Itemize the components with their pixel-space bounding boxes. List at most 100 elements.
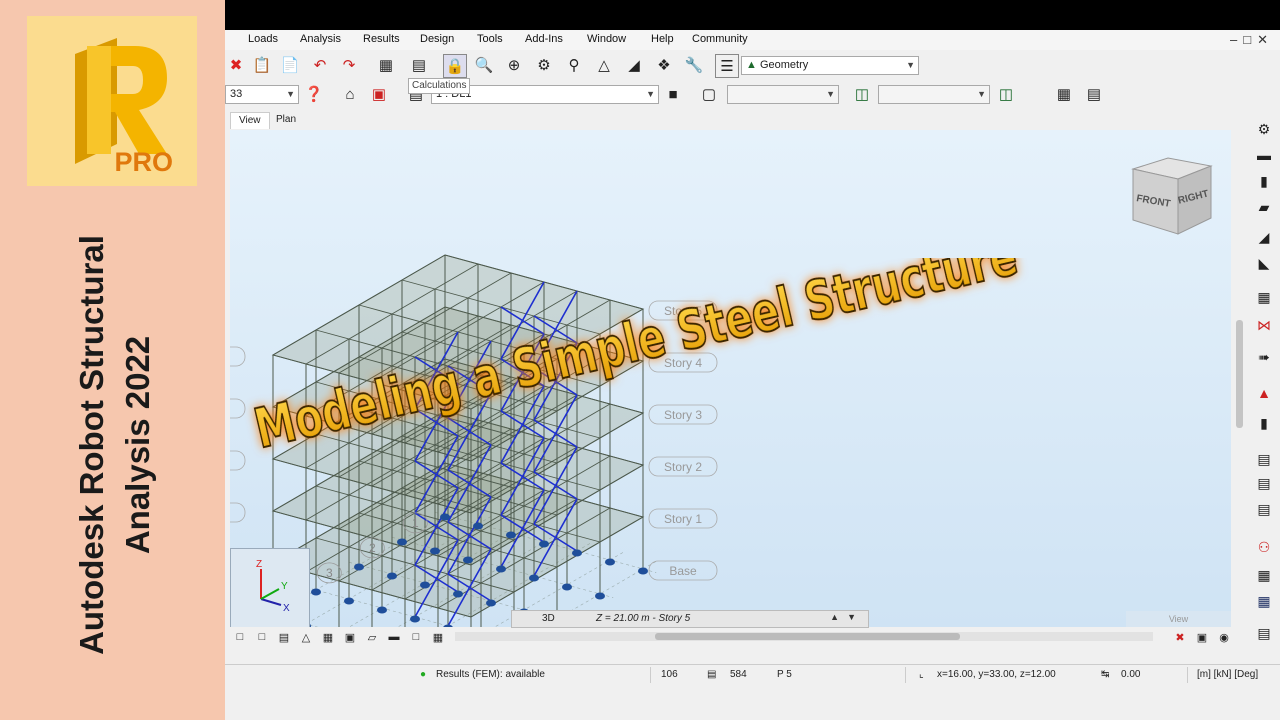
supports-display-icon[interactable]: △ bbox=[295, 626, 317, 648]
supports-icon[interactable]: ❖ bbox=[653, 54, 675, 76]
title-bar bbox=[225, 0, 1280, 30]
vertical-scrollbar[interactable] bbox=[1233, 130, 1247, 627]
offsets-icon[interactable]: ▣ bbox=[339, 626, 361, 648]
link-icon[interactable]: ⚇ bbox=[1252, 536, 1276, 558]
delete-icon[interactable]: ✖ bbox=[225, 54, 247, 76]
grid-axis-icon[interactable]: ▦ bbox=[1252, 564, 1276, 586]
beam-icon[interactable]: ▰ bbox=[1252, 196, 1276, 218]
wall-icon[interactable]: ◢ bbox=[1252, 226, 1276, 248]
load-definition-icon[interactable]: ■ bbox=[662, 83, 684, 105]
settings-icon[interactable]: ⚙ bbox=[1252, 118, 1276, 140]
menu-results[interactable]: Results bbox=[363, 33, 400, 45]
release-icon[interactable]: ➠ bbox=[1252, 346, 1276, 368]
offset-icon[interactable]: ▮ bbox=[1252, 412, 1276, 434]
menu-window[interactable]: Window bbox=[587, 33, 626, 45]
node-icon[interactable]: ⚲ bbox=[563, 54, 585, 76]
camera-icon[interactable]: ◉ bbox=[1213, 626, 1235, 648]
branding-panel: PRO Autodesk Robot Structural Analysis 2… bbox=[0, 0, 225, 720]
right-toolbar: ⚙ ▬ ▮ ▰ ◢ ◣ ▦ ⋈ ➠ ▲ ▮ ▤ ▤ ▤ ⚇ ▦ ▦ ▤ bbox=[1249, 110, 1280, 650]
support bbox=[311, 588, 321, 596]
course-title-line1: Autodesk Robot Structural bbox=[73, 235, 110, 655]
paste-icon[interactable]: 📄 bbox=[279, 54, 301, 76]
menu-loads[interactable]: Loads bbox=[248, 33, 278, 45]
measure-icon[interactable]: △ bbox=[593, 54, 615, 76]
spreadsheet-icon[interactable]: ▦ bbox=[1252, 590, 1276, 612]
cladding-icon[interactable]: ▬ bbox=[383, 626, 405, 648]
sections-icon[interactable]: ▤ bbox=[273, 626, 295, 648]
selection-combo[interactable]: 33 ▼ bbox=[225, 85, 299, 104]
support-icon[interactable]: ▲ bbox=[1252, 382, 1276, 404]
structure-model-icon[interactable]: ⚙ bbox=[533, 54, 555, 76]
cursor-icon: ⌞ bbox=[919, 669, 924, 680]
section-combo[interactable]: ▼ bbox=[878, 85, 990, 104]
layout-icon[interactable]: ☰ bbox=[715, 54, 739, 78]
wrench-icon[interactable]: 🔧 bbox=[683, 54, 705, 76]
report-icon[interactable]: ▤ bbox=[1083, 83, 1105, 105]
load-table-icon[interactable]: ▢ bbox=[698, 83, 720, 105]
model-viewport[interactable]: 123451234567Story 5Story 5Story 4Story 4… bbox=[230, 130, 1231, 627]
chevron-down-icon: ▼ bbox=[906, 60, 915, 70]
horizontal-scrollbar[interactable] bbox=[455, 632, 1153, 641]
undo-icon[interactable]: ↶ bbox=[309, 54, 331, 76]
menu-tools[interactable]: Tools bbox=[477, 33, 503, 45]
main-toolbar: ✖ 📋 📄 ↶ ↷ ▦ ▤ 🔒 🔍 ⊕ ⚙ ⚲ △ ◢ ❖ 🔧 ☰ ▲ Geom… bbox=[225, 50, 1280, 80]
bar-icon[interactable]: ▬ bbox=[1252, 144, 1276, 166]
loads-list-icon[interactable]: ▤ bbox=[1252, 472, 1276, 494]
menu-add-ins[interactable]: Add-Ins bbox=[525, 33, 563, 45]
lock-icon[interactable]: 🔒 bbox=[443, 54, 467, 78]
copy-icon[interactable]: 📋 bbox=[251, 54, 273, 76]
angle-value: 0.00 bbox=[1121, 669, 1141, 680]
menu-analysis[interactable]: Analysis bbox=[300, 33, 341, 45]
frame-view-icon[interactable]: ⌂ bbox=[339, 83, 361, 105]
load-case-list-icon[interactable]: ▤ bbox=[1252, 498, 1276, 520]
zoom-icon[interactable]: 🔍 bbox=[473, 54, 495, 76]
panels-icon[interactable]: ▱ bbox=[361, 626, 383, 648]
mode-combo[interactable]: ▼ bbox=[727, 85, 839, 104]
menu-design[interactable]: Design bbox=[420, 33, 454, 45]
section-query-icon[interactable]: ◫ bbox=[995, 83, 1017, 105]
support bbox=[377, 606, 387, 614]
delete-view-icon[interactable]: ✖ bbox=[1169, 626, 1191, 648]
structure-view-icon[interactable]: ▣ bbox=[368, 83, 390, 105]
section-i-icon[interactable]: ⋈ bbox=[1252, 314, 1276, 336]
redo-icon[interactable]: ↷ bbox=[338, 54, 360, 76]
window-controls[interactable]: –□✕ bbox=[1230, 32, 1274, 48]
vertical-scroll-thumb[interactable] bbox=[1236, 320, 1243, 428]
display-attributes-icon[interactable]: ▦ bbox=[427, 626, 449, 648]
support bbox=[344, 597, 354, 605]
loads-table-icon[interactable]: ▤ bbox=[1252, 448, 1276, 470]
column-icon[interactable]: ▮ bbox=[1252, 170, 1276, 192]
tab-plan[interactable]: Plan bbox=[268, 112, 304, 128]
support bbox=[539, 540, 549, 548]
calculator-icon[interactable]: ▦ bbox=[375, 54, 397, 76]
layout-select[interactable]: ▲ Geometry ▼ bbox=[741, 56, 919, 75]
bars-icon[interactable]: ◢ bbox=[623, 54, 645, 76]
level-up-down-icon[interactable]: ▲▼ bbox=[830, 612, 864, 622]
table-icon[interactable]: ▦ bbox=[1053, 83, 1075, 105]
grid-label-near: 2 bbox=[369, 541, 376, 555]
query-icon[interactable]: ❓ bbox=[303, 83, 325, 105]
view-options-icon[interactable]: ▣ bbox=[1191, 626, 1213, 648]
tab-view[interactable]: View bbox=[230, 112, 270, 129]
numbering-icon[interactable]: □ bbox=[405, 626, 427, 648]
solid-icon[interactable]: ▦ bbox=[1252, 286, 1276, 308]
calculations-icon[interactable]: ▤ bbox=[408, 54, 430, 76]
panel-icon[interactable]: ◣ bbox=[1252, 252, 1276, 274]
node-count: 106 bbox=[661, 669, 678, 680]
angle-icon: ↹ bbox=[1101, 669, 1110, 680]
stack-icon[interactable]: ▤ bbox=[1252, 622, 1276, 644]
view-cube[interactable]: FRONT RIGHT bbox=[1123, 154, 1218, 244]
axis-x-label: X bbox=[283, 603, 290, 614]
section-icon[interactable]: ◫ bbox=[851, 83, 873, 105]
support bbox=[430, 547, 440, 555]
releases-icon[interactable]: ▦ bbox=[317, 626, 339, 648]
menu-help[interactable]: Help bbox=[651, 33, 674, 45]
node-numbers-icon[interactable]: □ bbox=[229, 626, 251, 648]
support bbox=[440, 513, 450, 521]
menu-community[interactable]: Community bbox=[692, 33, 748, 45]
units[interactable]: [m] [kN] [Deg] bbox=[1197, 669, 1258, 680]
cursor-coordinates: x=16.00, y=33.00, z=12.00 bbox=[937, 669, 1056, 680]
bar-numbers-icon[interactable]: □ bbox=[251, 626, 273, 648]
zoom-window-icon[interactable]: ⊕ bbox=[503, 54, 525, 76]
horizontal-scroll-thumb[interactable] bbox=[655, 633, 960, 640]
